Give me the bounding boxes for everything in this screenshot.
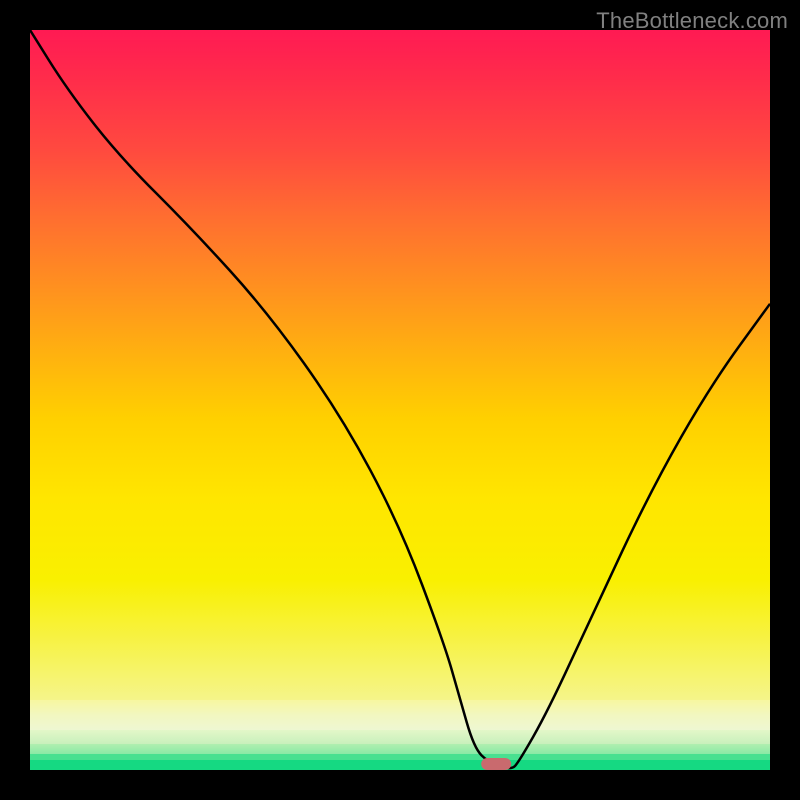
plot-area bbox=[30, 30, 770, 770]
bottleneck-curve bbox=[30, 30, 770, 768]
chart-container: TheBottleneck.com bbox=[0, 0, 800, 800]
optimal-marker bbox=[481, 758, 511, 770]
curve-layer bbox=[30, 30, 770, 770]
